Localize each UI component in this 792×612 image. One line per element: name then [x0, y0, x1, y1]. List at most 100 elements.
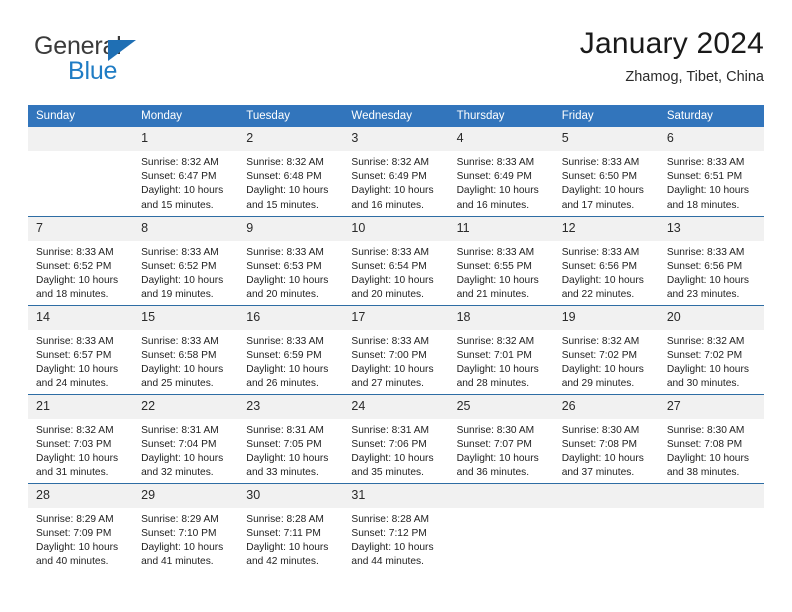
daylight-text-line2: and 24 minutes. [36, 378, 109, 390]
sunrise-text: Sunrise: 8:33 AM [666, 157, 745, 168]
page-header: General Blue January 2024 Zhamog, Tibet,… [28, 26, 764, 98]
daylight-text-line2: and 22 minutes. [561, 289, 635, 301]
calendar-day-cell[interactable]: 30 Sunrise: 8:28 AM Sunset: 7:11 PM Dayligh… [238, 482, 344, 572]
daylight-text-line1: Daylight: 10 hours [246, 363, 329, 375]
day-details: Sunrise: 8:32 AM Sunset: 6:49 PM Daylight:… [343, 151, 448, 213]
sunrise-text: Sunrise: 8:32 AM [561, 335, 640, 347]
calendar-day-cell[interactable]: 25 Sunrise: 8:30 AM Sunset: 7:07 PM Dayligh… [448, 393, 554, 483]
day-number: 31 [343, 483, 449, 508]
daylight-text-line1: Daylight: 10 hours [141, 541, 224, 553]
weekday-header-monday: Monday [133, 105, 239, 127]
calendar-day-cell[interactable]: 15 Sunrise: 8:33 AM Sunset: 6:58 PM Dayligh… [133, 304, 239, 394]
sunrise-text: Sunrise: 8:32 AM [246, 157, 324, 168]
calendar-day-cell[interactable]: 6 Sunrise: 8:33 AM Sunset: 6:51 PM Daylight… [658, 127, 764, 216]
calendar-page: General Blue January 2024 Zhamog, Tibet,… [0, 0, 792, 612]
sunset-text: Sunset: 6:54 PM [351, 260, 427, 272]
daylight-text-line2: and 41 minutes. [141, 556, 214, 568]
day-details: Sunrise: 8:31 AM Sunset: 7:05 PM Daylight:… [238, 419, 343, 481]
calendar-day-cell[interactable]: 13 Sunrise: 8:33 AM Sunset: 6:56 PM Dayligh… [658, 215, 764, 305]
sunset-text: Sunset: 7:08 PM [561, 438, 638, 450]
day-details: Sunrise: 8:33 AM Sunset: 6:52 PM Daylight:… [133, 241, 238, 303]
daylight-text-line1: Daylight: 10 hours [246, 274, 329, 286]
calendar-day-cell[interactable]: 17 Sunrise: 8:33 AM Sunset: 7:00 PM Dayligh… [343, 304, 449, 394]
daylight-text-line2: and 15 minutes. [141, 199, 214, 211]
day-details: Sunrise: 8:33 AM Sunset: 6:59 PM Daylight:… [238, 330, 343, 392]
calendar-day-cell[interactable]: 11 Sunrise: 8:33 AM Sunset: 6:55 PM Dayligh… [448, 215, 554, 305]
calendar-day-cell[interactable]: 19 Sunrise: 8:32 AM Sunset: 7:02 PM Dayligh… [553, 304, 659, 394]
calendar-day-cell[interactable]: 8 Sunrise: 8:33 AM Sunset: 6:52 PM Daylight… [133, 215, 239, 305]
day-details: Sunrise: 8:31 AM Sunset: 7:04 PM Daylight:… [133, 419, 238, 481]
calendar-day-cell[interactable]: 3 Sunrise: 8:32 AM Sunset: 6:49 PM Daylight… [343, 127, 449, 216]
calendar-week-row: 28 Sunrise: 8:29 AM Sunset: 7:09 PM Dayligh… [28, 482, 764, 572]
sunset-text: Sunset: 7:09 PM [36, 527, 112, 539]
calendar-day-cell[interactable]: 21 Sunrise: 8:32 AM Sunset: 7:03 PM Dayligh… [28, 393, 134, 483]
daylight-text-line2: and 32 minutes. [141, 467, 214, 479]
day-details: Sunrise: 8:33 AM Sunset: 6:52 PM Daylight:… [28, 241, 133, 303]
daylight-text-line2: and 16 minutes. [351, 199, 424, 211]
calendar-day-cell[interactable]: 26 Sunrise: 8:30 AM Sunset: 7:08 PM Dayligh… [553, 393, 659, 483]
calendar-day-cell[interactable]: 22 Sunrise: 8:31 AM Sunset: 7:04 PM Dayligh… [133, 393, 239, 483]
sunset-text: Sunset: 7:03 PM [36, 438, 112, 450]
sunset-text: Sunset: 7:08 PM [666, 438, 743, 450]
day-number: 6 [658, 127, 764, 151]
day-details: Sunrise: 8:33 AM Sunset: 6:58 PM Daylight:… [133, 330, 238, 392]
day-details: Sunrise: 8:32 AM Sunset: 7:01 PM Daylight:… [449, 330, 554, 392]
daylight-text-line2: and 26 minutes. [246, 378, 319, 390]
day-number: 4 [448, 127, 554, 151]
day-number: 24 [343, 394, 449, 419]
calendar-day-cell[interactable]: 4 Sunrise: 8:33 AM Sunset: 6:49 PM Daylight… [448, 127, 554, 216]
sunset-text: Sunset: 7:04 PM [141, 438, 217, 450]
sunset-text: Sunset: 7:07 PM [456, 438, 532, 450]
sunrise-text: Sunrise: 8:30 AM [561, 424, 640, 436]
calendar-day-cell[interactable]: 14 Sunrise: 8:33 AM Sunset: 6:57 PM Dayligh… [28, 304, 134, 394]
page-title: January 2024 [579, 27, 764, 60]
day-number: 14 [28, 305, 134, 330]
sunset-text: Sunset: 6:52 PM [36, 260, 112, 272]
calendar-day-cell[interactable]: 1 Sunrise: 8:32 AM Sunset: 6:47 PM Daylight… [133, 127, 239, 216]
daylight-text-line2: and 29 minutes. [561, 378, 635, 390]
day-details: Sunrise: 8:33 AM Sunset: 6:56 PM Daylight:… [659, 241, 764, 303]
sunrise-text: Sunrise: 8:33 AM [561, 246, 640, 258]
sunset-text: Sunset: 6:47 PM [141, 171, 217, 183]
daylight-text-line1: Daylight: 10 hours [141, 274, 224, 286]
calendar-day-cell[interactable]: 5 Sunrise: 8:33 AM Sunset: 6:50 PM Daylight… [553, 127, 659, 216]
calendar-week-row: 21 Sunrise: 8:32 AM Sunset: 7:03 PM Dayligh… [28, 393, 764, 483]
day-details: Sunrise: 8:33 AM Sunset: 6:57 PM Daylight:… [28, 330, 133, 392]
calendar-day-cell[interactable]: 18 Sunrise: 8:32 AM Sunset: 7:01 PM Dayligh… [448, 304, 554, 394]
calendar-day-cell[interactable]: 9 Sunrise: 8:33 AM Sunset: 6:53 PM Daylight… [238, 215, 344, 305]
calendar-day-cell[interactable]: 12 Sunrise: 8:33 AM Sunset: 6:56 PM Dayligh… [553, 215, 659, 305]
daylight-text-line2: and 17 minutes. [561, 199, 635, 211]
sunset-text: Sunset: 6:49 PM [456, 171, 532, 183]
day-number: 8 [133, 216, 239, 241]
calendar-week-row: 14 Sunrise: 8:33 AM Sunset: 6:57 PM Dayligh… [28, 304, 764, 394]
day-number: 7 [28, 216, 134, 241]
calendar-empty-cell [658, 482, 764, 572]
sunset-text: Sunset: 6:51 PM [666, 171, 743, 183]
weekday-header-friday: Friday [553, 105, 659, 127]
sunset-text: Sunset: 6:58 PM [141, 349, 217, 361]
calendar-day-cell[interactable]: 24 Sunrise: 8:31 AM Sunset: 7:06 PM Dayligh… [343, 393, 449, 483]
calendar-day-cell[interactable]: 23 Sunrise: 8:31 AM Sunset: 7:05 PM Dayligh… [238, 393, 344, 483]
daylight-text-line2: and 18 minutes. [36, 289, 109, 301]
calendar-day-cell[interactable]: 2 Sunrise: 8:32 AM Sunset: 6:48 PM Daylight… [238, 127, 344, 216]
daylight-text-line2: and 20 minutes. [351, 289, 424, 301]
calendar-day-cell[interactable]: 16 Sunrise: 8:33 AM Sunset: 6:59 PM Dayligh… [238, 304, 344, 394]
day-details: Sunrise: 8:29 AM Sunset: 7:09 PM Daylight:… [28, 508, 133, 570]
calendar-empty-cell [28, 127, 134, 216]
daylight-text-line2: and 44 minutes. [351, 556, 424, 568]
calendar-day-cell[interactable]: 29 Sunrise: 8:29 AM Sunset: 7:10 PM Dayligh… [133, 482, 239, 572]
daylight-text-line1: Daylight: 10 hours [36, 363, 119, 375]
sunrise-text: Sunrise: 8:30 AM [456, 424, 535, 436]
daylight-text-line2: and 25 minutes. [141, 378, 214, 390]
sunset-text: Sunset: 6:55 PM [456, 260, 532, 272]
calendar-day-cell[interactable]: 7 Sunrise: 8:33 AM Sunset: 6:52 PM Daylight… [28, 215, 134, 305]
calendar-week-row: 7 Sunrise: 8:33 AM Sunset: 6:52 PM Daylight… [28, 215, 764, 305]
calendar-day-cell[interactable]: 10 Sunrise: 8:33 AM Sunset: 6:54 PM Dayligh… [343, 215, 449, 305]
sunrise-text: Sunrise: 8:31 AM [351, 424, 430, 436]
calendar-day-cell[interactable]: 20 Sunrise: 8:32 AM Sunset: 7:02 PM Dayligh… [658, 304, 764, 394]
calendar-day-cell[interactable]: 28 Sunrise: 8:29 AM Sunset: 7:09 PM Dayligh… [28, 482, 134, 572]
daylight-text-line2: and 23 minutes. [666, 289, 740, 301]
day-number: 26 [553, 394, 659, 419]
calendar-day-cell[interactable]: 31 Sunrise: 8:28 AM Sunset: 7:12 PM Dayligh… [343, 482, 449, 572]
calendar-day-cell[interactable]: 27 Sunrise: 8:30 AM Sunset: 7:08 PM Dayligh… [658, 393, 764, 483]
